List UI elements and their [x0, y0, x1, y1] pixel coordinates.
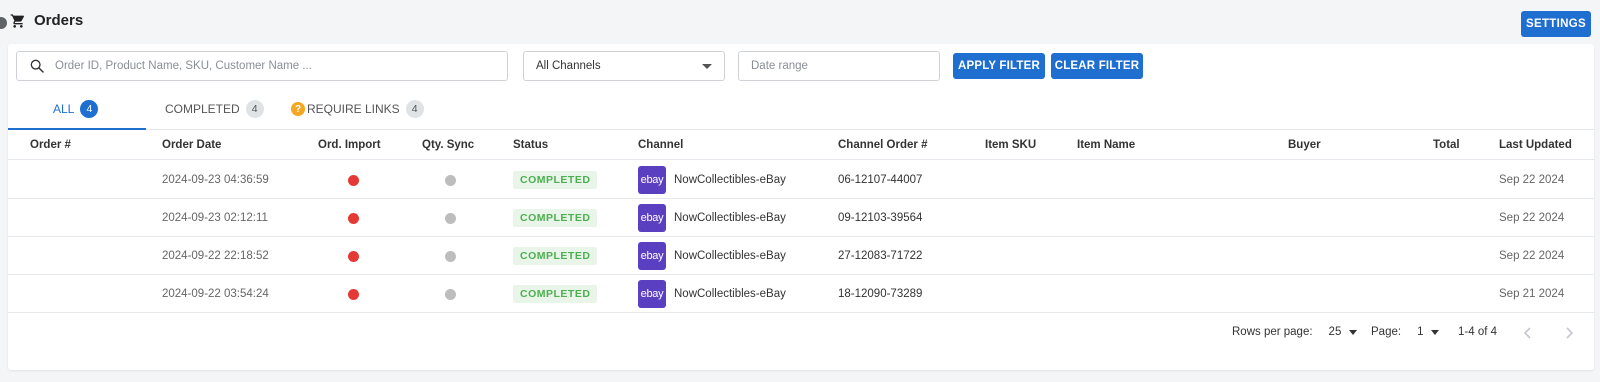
last-updated: Sep 22 2024 — [1499, 174, 1565, 186]
count-badge: 4 — [405, 100, 424, 118]
count-badge: 4 — [80, 100, 99, 118]
table-header: Order # Order Date Ord. Import Qty. Sync… — [8, 130, 1594, 160]
column-header-buyer[interactable]: Buyer — [1288, 139, 1321, 151]
tab-require-links[interactable]: ? REQUIRE LINKS 4 — [291, 88, 424, 130]
collapse-handle[interactable] — [0, 17, 7, 29]
column-header-item-sku[interactable]: Item SKU — [985, 139, 1036, 151]
next-page-icon[interactable] — [1561, 325, 1577, 341]
channel-order-number: 09-12103-39564 — [838, 212, 923, 224]
column-header-qty-sync[interactable]: Qty. Sync — [422, 139, 474, 151]
sync-status-dot — [445, 161, 456, 199]
date-range-field[interactable] — [738, 51, 940, 81]
channel-select-value: All Channels — [536, 60, 601, 72]
channel-name: NowCollectibles-eBay — [674, 250, 786, 262]
page-selector: Page: 1 — [1371, 326, 1440, 338]
channel-name: NowCollectibles-eBay — [674, 174, 786, 186]
last-updated: Sep 22 2024 — [1499, 212, 1565, 224]
channel-order-number: 18-12090-73289 — [838, 288, 923, 300]
table-row[interactable]: 2024-09-23 02:12:11 COMPLETED ebay NowCo… — [8, 199, 1594, 237]
sync-status-dot — [445, 275, 456, 313]
rows-per-page-label: Rows per page: — [1232, 326, 1313, 338]
count-badge: 4 — [245, 100, 264, 118]
page-value: 1 — [1417, 326, 1424, 338]
column-header-channel-order[interactable]: Channel Order # — [838, 139, 927, 151]
column-header-channel[interactable]: Channel — [638, 139, 683, 151]
column-header-last-updated[interactable]: Last Updated — [1499, 139, 1572, 151]
import-status-dot — [348, 237, 359, 275]
question-icon: ? — [291, 102, 305, 116]
channel-order-number: 06-12107-44007 — [838, 174, 923, 186]
page-header: Orders — [10, 12, 83, 29]
last-updated: Sep 21 2024 — [1499, 288, 1565, 300]
chevron-down-icon — [702, 63, 712, 69]
column-header-order[interactable]: Order # — [30, 139, 71, 151]
page-label: Page: — [1371, 326, 1402, 338]
tab-label: REQUIRE LINKS — [307, 102, 400, 116]
status-cell: COMPLETED — [513, 161, 598, 199]
status-cell: COMPLETED — [513, 275, 598, 313]
orders-card: All Channels APPLY FILTER CLEAR FILTER A… — [8, 44, 1594, 370]
pagination: Rows per page: 25 Page: 1 1-4 of 4 — [8, 318, 1594, 348]
rows-per-page-value: 25 — [1328, 326, 1342, 338]
table-row[interactable]: 2024-09-22 03:54:24 COMPLETED ebay NowCo… — [8, 275, 1594, 313]
orders-page: Orders SETTINGS All Channels APPLY FILTE… — [0, 0, 1600, 382]
import-status-dot — [348, 275, 359, 313]
order-date: 2024-09-22 22:18:52 — [162, 250, 269, 262]
status-cell: COMPLETED — [513, 199, 598, 237]
last-updated: Sep 22 2024 — [1499, 250, 1565, 262]
status-tabs: ALL 4 COMPLETED 4 ? REQUIRE LINKS 4 — [8, 88, 1594, 130]
rows-per-page-select[interactable]: 25 — [1329, 326, 1358, 338]
tab-label: ALL — [53, 102, 75, 116]
order-date: 2024-09-23 04:36:59 — [162, 174, 269, 186]
search-input[interactable] — [55, 60, 507, 72]
table-row[interactable]: 2024-09-23 04:36:59 COMPLETED ebay NowCo… — [8, 161, 1594, 199]
order-date: 2024-09-22 03:54:24 — [162, 288, 269, 300]
page-title: Orders — [34, 12, 84, 29]
previous-page-icon[interactable] — [1520, 325, 1536, 341]
ebay-logo-icon: ebay — [638, 204, 666, 232]
ebay-logo-icon: ebay — [638, 166, 666, 194]
ebay-logo-icon: ebay — [638, 280, 666, 308]
settings-button[interactable]: SETTINGS — [1521, 11, 1591, 37]
status-badge: COMPLETED — [513, 209, 598, 227]
chevron-down-icon — [1431, 329, 1440, 335]
status-badge: COMPLETED — [513, 247, 598, 265]
sync-status-dot — [445, 199, 456, 237]
channel-name: NowCollectibles-eBay — [674, 212, 786, 224]
import-status-dot — [348, 199, 359, 237]
column-header-total[interactable]: Total — [1433, 139, 1460, 151]
column-header-item-name[interactable]: Item Name — [1077, 139, 1135, 151]
page-range: 1-4 of 4 — [1458, 326, 1497, 338]
page-select[interactable]: 1 — [1417, 326, 1440, 338]
channel-cell: ebay NowCollectibles-eBay — [638, 199, 786, 237]
channel-cell: ebay NowCollectibles-eBay — [638, 275, 786, 313]
cart-icon — [10, 13, 26, 29]
sync-status-dot — [445, 237, 456, 275]
channel-order-number: 27-12083-71722 — [838, 250, 923, 262]
tab-all[interactable]: ALL 4 — [53, 88, 99, 130]
channel-cell: ebay NowCollectibles-eBay — [638, 161, 786, 199]
search-icon — [29, 58, 45, 74]
table-row[interactable]: 2024-09-22 22:18:52 COMPLETED ebay NowCo… — [8, 237, 1594, 275]
clear-filter-button[interactable]: CLEAR FILTER — [1051, 53, 1143, 79]
rows-per-page: Rows per page: 25 — [1232, 326, 1358, 338]
channel-select[interactable]: All Channels — [523, 51, 725, 81]
channel-cell: ebay NowCollectibles-eBay — [638, 237, 786, 275]
column-header-order-date[interactable]: Order Date — [162, 139, 221, 151]
tab-completed[interactable]: COMPLETED 4 — [165, 88, 264, 130]
chevron-down-icon — [1349, 329, 1358, 335]
status-cell: COMPLETED — [513, 237, 598, 275]
order-date: 2024-09-23 02:12:11 — [162, 212, 268, 224]
column-header-status[interactable]: Status — [513, 139, 548, 151]
status-badge: COMPLETED — [513, 171, 598, 189]
status-badge: COMPLETED — [513, 285, 598, 303]
date-range-input[interactable] — [751, 60, 927, 72]
search-field[interactable] — [16, 51, 508, 81]
apply-filter-button[interactable]: APPLY FILTER — [953, 53, 1045, 79]
column-header-ord-import[interactable]: Ord. Import — [318, 139, 381, 151]
channel-name: NowCollectibles-eBay — [674, 288, 786, 300]
tab-label: COMPLETED — [165, 102, 240, 116]
ebay-logo-icon: ebay — [638, 242, 666, 270]
import-status-dot — [348, 161, 359, 199]
